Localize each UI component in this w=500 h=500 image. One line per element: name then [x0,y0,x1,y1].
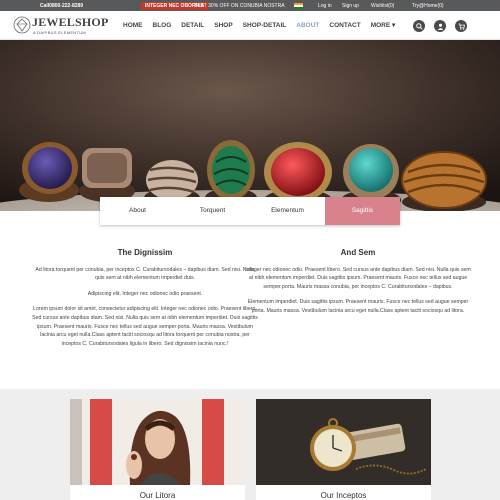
tab-sagittis[interactable]: Sagittis [325,197,400,225]
right-column-title: And Sem [340,248,376,257]
india-flag-icon[interactable] [294,2,303,9]
menu-item-shop-detail[interactable]: SHOP-DETAIL [238,11,292,40]
tab-bar: About Torquent Elementum Sagittis [100,197,400,225]
logo-name[interactable]: JEWELSHOP [32,15,108,30]
left-column: The Dignissim Ad litora torquent per con… [30,248,260,355]
nav-icons [413,20,467,32]
menu-more-label: MORE [370,22,391,29]
menu: HOME BLOG DETAIL SHOP SHOP-DETAIL ABOUT … [118,11,400,40]
call-number[interactable]: Call0800-222-8289 [40,3,83,9]
top-bar: Call0800-222-8289 INTEGER NEC OBORNIS FL… [0,0,500,11]
offer-text: FLAT 30% OFF ON CONUBIA NOSTRA [195,2,285,9]
signup-link[interactable]: Sign up [342,3,359,9]
menu-item-detail[interactable]: DETAIL [176,11,209,40]
left-column-title: The Dignissim [117,248,173,257]
tab-elementum[interactable]: Elementum [250,197,325,225]
login-link[interactable]: Log in [318,3,332,9]
user-icon[interactable] [434,20,446,32]
right-column: And Sem Integer nec odionec odio. Praese… [243,248,473,323]
left-paragraph: Lorem ipsum dolor sit amet, consectetur … [32,306,258,347]
pocket-watch-image [256,399,431,485]
right-paragraph: Elementum imperdiet. Duis sagittis ipsum… [247,299,469,314]
menu-item-more[interactable]: MORE ▾ [366,11,401,40]
try-at-home-link[interactable]: Try@Home(0) [412,3,444,9]
search-icon[interactable] [413,20,425,32]
right-paragraph: Integer nec odionec odio. Praesent liber… [245,266,471,290]
tab-torquent[interactable]: Torquent [175,197,250,225]
tab-about[interactable]: About [100,197,175,225]
chevron-down-icon: ▾ [392,22,396,29]
cart-icon[interactable] [455,20,467,32]
woman-portrait-image [70,399,245,485]
wishlist-link[interactable]: Wishlist(0) [371,3,394,9]
menu-item-contact[interactable]: CONTACT [324,11,365,40]
logo-tagline: A DAPIBUS ELEMENTUM [33,30,87,35]
main-nav: JEWELSHOP A DAPIBUS ELEMENTUM HOME BLOG … [0,11,500,40]
logo-diamond-icon[interactable] [13,16,31,34]
hero-rings-image [0,40,500,211]
left-paragraph: Adipiscing elit. Integer nec odionec odi… [87,290,203,297]
card-our-inceptos[interactable]: Our Inceptos [256,399,431,500]
card-caption: Our Litora [139,491,176,500]
card-caption: Our Inceptos [320,491,367,500]
left-paragraph: Ad litora torquent per conubia, per ince… [35,266,255,282]
menu-item-blog[interactable]: BLOG [148,11,177,40]
menu-item-home[interactable]: HOME [118,11,148,40]
menu-item-about[interactable]: ABOUT [291,11,324,40]
menu-item-shop[interactable]: SHOP [209,11,237,40]
card-our-litora[interactable]: Our Litora [70,399,245,500]
